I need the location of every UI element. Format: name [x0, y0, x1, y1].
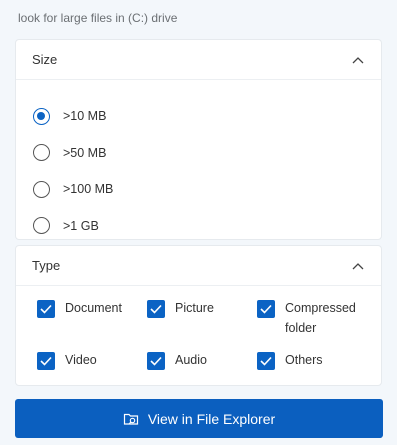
- type-option-label: Others: [285, 353, 323, 367]
- radio-button[interactable]: [33, 217, 50, 235]
- chevron-up-icon[interactable]: [351, 259, 365, 273]
- large-files-panel: look for large files in (C:) drive Size …: [0, 0, 397, 445]
- size-option-label: >1 GB: [63, 218, 99, 233]
- checkmark-icon: [40, 304, 52, 314]
- size-options: >10 MB >50 MB >100 MB >1 GB: [16, 80, 381, 244]
- checkbox[interactable]: [147, 352, 165, 370]
- size-section-title: Size: [32, 52, 58, 67]
- view-in-file-explorer-label: View in File Explorer: [147, 410, 276, 427]
- type-option-label: Picture: [175, 301, 214, 315]
- subtitle: look for large files in (C:) drive: [18, 11, 178, 25]
- type-option-label: Document: [65, 301, 122, 315]
- type-option-document[interactable]: Document: [37, 300, 122, 318]
- checkbox[interactable]: [37, 300, 55, 318]
- type-option-label: Audio: [175, 353, 207, 367]
- type-option-picture[interactable]: Picture: [147, 300, 214, 318]
- checkbox[interactable]: [37, 352, 55, 370]
- type-section: Type Document Picture Compressed folder …: [15, 245, 382, 386]
- type-options: Document Picture Compressed folder Video: [16, 286, 381, 386]
- type-option-video[interactable]: Video: [37, 352, 97, 370]
- type-section-header[interactable]: Type: [16, 246, 381, 286]
- radio-button[interactable]: [33, 107, 50, 125]
- size-option-100mb[interactable]: >100 MB: [16, 171, 381, 208]
- checkbox[interactable]: [147, 300, 165, 318]
- type-option-audio[interactable]: Audio: [147, 352, 207, 370]
- size-option-50mb[interactable]: >50 MB: [16, 135, 381, 172]
- size-section-header[interactable]: Size: [16, 40, 381, 80]
- size-section: Size >10 MB >50 MB >100 MB >1 GB: [15, 39, 382, 240]
- checkmark-icon: [260, 356, 272, 366]
- type-option-label: Compressed folder: [285, 301, 356, 335]
- type-section-title: Type: [32, 258, 61, 273]
- type-option-label: Video: [65, 353, 97, 367]
- radio-button[interactable]: [33, 144, 50, 162]
- chevron-up-icon[interactable]: [351, 53, 365, 67]
- type-option-others[interactable]: Others: [257, 352, 323, 370]
- size-option-1gb[interactable]: >1 GB: [16, 208, 381, 245]
- size-option-label: >10 MB: [63, 109, 107, 124]
- folder-search-icon: [123, 411, 139, 427]
- checkmark-icon: [150, 356, 162, 366]
- checkbox[interactable]: [257, 352, 275, 370]
- radio-button[interactable]: [33, 180, 50, 198]
- size-option-10mb[interactable]: >10 MB: [16, 98, 381, 135]
- type-option-compressed-folder[interactable]: Compressed folder: [257, 300, 377, 338]
- checkmark-icon: [40, 356, 52, 366]
- size-option-label: >100 MB: [63, 182, 114, 197]
- checkbox[interactable]: [257, 300, 275, 318]
- checkmark-icon: [150, 304, 162, 314]
- view-in-file-explorer-button[interactable]: View in File Explorer: [15, 399, 383, 438]
- size-option-label: >50 MB: [63, 145, 107, 160]
- checkmark-icon: [260, 304, 272, 314]
